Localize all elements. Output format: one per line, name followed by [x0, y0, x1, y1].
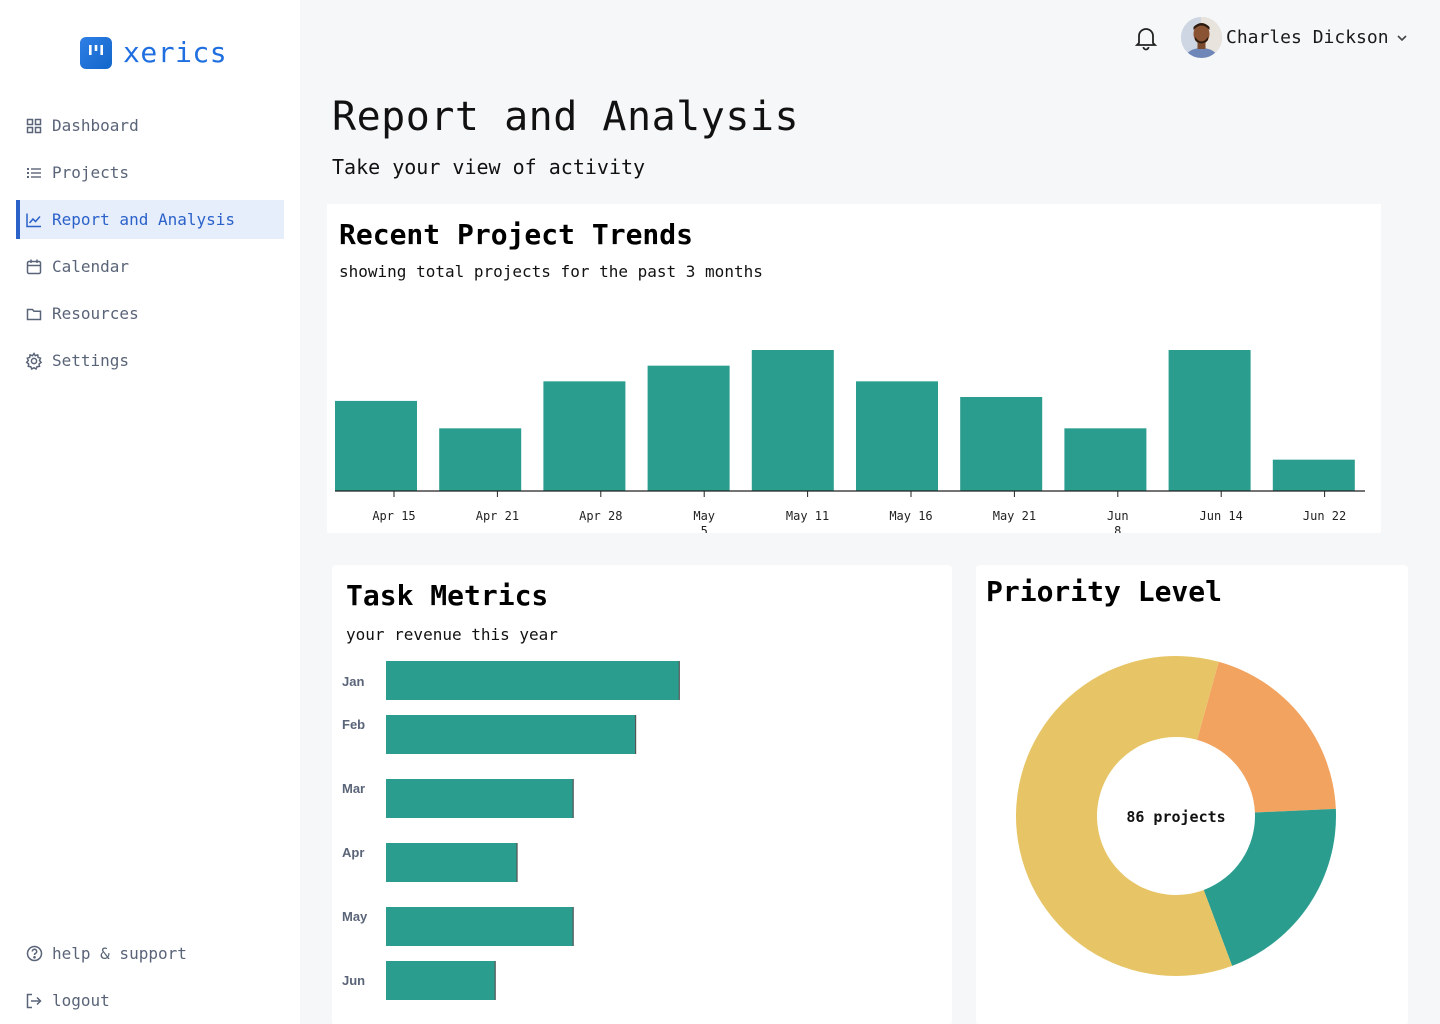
sidebar-item-label: Resources — [52, 304, 139, 323]
sidebar-item-projects[interactable]: Projects — [16, 153, 284, 192]
x-tick-label: May 11 — [786, 509, 829, 523]
sidebar-item-label: Dashboard — [52, 116, 139, 135]
y-tick-label: Feb — [342, 717, 365, 732]
x-tick-label: Jun 8 — [1107, 509, 1129, 533]
sidebar-item-label: Report and Analysis — [52, 210, 236, 229]
x-tick-label: Jun 22 — [1303, 509, 1346, 523]
sidebar-nav: Dashboard Projects Report and Analysis C… — [16, 106, 284, 388]
app-logo[interactable]: xerics — [80, 37, 227, 69]
user-name: Charles Dickson — [1226, 27, 1389, 48]
trend-bar — [543, 381, 626, 491]
sidebar-item-label: logout — [52, 991, 110, 1010]
x-tick-label: May 16 — [889, 509, 932, 523]
list-icon — [24, 163, 44, 183]
trend-bar — [751, 350, 834, 491]
trend-bar — [1064, 428, 1147, 491]
recent-project-trends-card: Recent Project Trends showing total proj… — [327, 204, 1381, 533]
x-tick-label: Apr 28 — [579, 509, 622, 523]
sidebar-item-resources[interactable]: Resources — [16, 294, 284, 333]
notifications-bell-icon[interactable] — [1133, 25, 1159, 51]
sidebar-item-label: Calendar — [52, 257, 130, 276]
folder-icon — [24, 304, 44, 324]
task-bar — [386, 779, 574, 818]
x-tick-label: Apr 15 — [372, 509, 415, 523]
page-subtitle: Take your view of activity — [332, 155, 646, 179]
task-bar — [386, 843, 518, 882]
donut-center-label: 86 projects — [1126, 808, 1225, 826]
y-tick-label: Mar — [342, 781, 365, 796]
y-tick-label: Apr — [342, 845, 364, 860]
sidebar-item-label: Settings — [52, 351, 130, 370]
x-tick-label: May 21 — [993, 509, 1036, 523]
logout-icon — [24, 991, 44, 1011]
logout-button[interactable]: logout — [16, 981, 284, 1020]
trend-bar — [1272, 459, 1355, 491]
task-metrics-bar-chart: Jan Feb Mar Apr May Jun — [342, 661, 680, 1000]
trend-bar — [335, 400, 417, 491]
priority-level-card: Priority Level 86 projects — [976, 565, 1408, 1024]
sidebar-bottom-nav: help & support logout — [16, 934, 284, 1024]
x-tick-label: May 5 — [693, 509, 715, 533]
sidebar: xerics Dashboard Projects Report and Ana… — [0, 0, 300, 1024]
y-tick-label: Jan — [342, 674, 364, 689]
trend-bar — [1168, 350, 1251, 491]
task-bar — [386, 907, 574, 946]
sidebar-item-label: help & support — [52, 944, 187, 963]
trend-bar — [856, 381, 938, 491]
task-metrics-card: Task Metrics your revenue this year Jan F… — [332, 565, 952, 1024]
calendar-icon — [24, 257, 44, 277]
user-menu[interactable]: Charles Dickson — [1181, 17, 1409, 58]
task-bar — [386, 715, 636, 754]
avatar — [1181, 17, 1222, 58]
chevron-down-icon — [1396, 34, 1407, 41]
gear-icon — [24, 351, 44, 371]
trend-bar — [439, 428, 522, 491]
trend-chart-icon — [24, 210, 44, 230]
sidebar-item-dashboard[interactable]: Dashboard — [16, 106, 284, 145]
x-tick-label: Jun 14 — [1200, 509, 1243, 523]
priority-donut-chart: 86 projects — [1016, 656, 1336, 976]
help-icon — [24, 944, 44, 964]
sidebar-item-calendar[interactable]: Calendar — [16, 247, 284, 286]
grid-icon — [24, 116, 44, 136]
sidebar-item-settings[interactable]: Settings — [16, 341, 284, 380]
donut-slice — [1203, 808, 1336, 966]
app-name: xerics — [123, 36, 228, 69]
page-title: Report and Analysis — [332, 94, 800, 140]
task-bar — [386, 961, 496, 1000]
x-tick-label: Apr 21 — [476, 509, 519, 523]
sidebar-item-label: Projects — [52, 163, 130, 182]
sidebar-item-report-and-analysis[interactable]: Report and Analysis — [16, 200, 284, 239]
trends-bar-chart: Apr 15 Apr 21 Apr 28 May 5 May 11 May 16 May 21… — [335, 350, 1365, 533]
donut-slice — [1197, 661, 1336, 813]
y-tick-label: May — [342, 909, 368, 924]
trend-bar — [647, 365, 730, 491]
trend-bar — [960, 397, 1043, 491]
task-bar — [386, 661, 680, 700]
y-tick-label: Jun — [342, 973, 365, 988]
logo-icon — [80, 37, 112, 69]
help-and-support-link[interactable]: help & support — [16, 934, 284, 973]
